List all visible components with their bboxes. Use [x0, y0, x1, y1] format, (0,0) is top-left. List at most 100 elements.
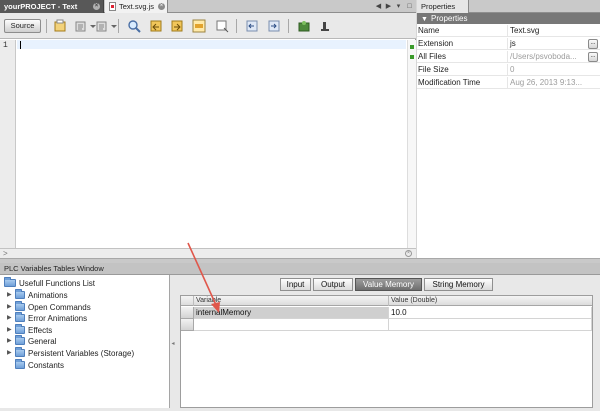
- source-button[interactable]: Source: [4, 19, 41, 33]
- editor-toolbar: Source: [0, 13, 416, 39]
- scroll-tabs-left-icon[interactable]: ◀: [374, 2, 383, 11]
- property-name: File Size: [417, 64, 508, 76]
- shift-right-icon[interactable]: [267, 19, 281, 33]
- folder-icon: [15, 359, 25, 369]
- toggle-bookmark-icon[interactable]: [215, 19, 229, 33]
- property-row-extension: Extension js ...: [417, 38, 600, 50]
- folder-icon: [15, 347, 25, 357]
- header-corner: [181, 296, 194, 306]
- row-handle[interactable]: [181, 319, 194, 331]
- toolbar-separator: [46, 19, 47, 33]
- plc-window-titlebar: PLC Variables Tables Window: [0, 263, 600, 275]
- tree-root[interactable]: Usefull Functions List: [4, 277, 96, 289]
- tab-properties[interactable]: Properties: [417, 0, 469, 13]
- maximize-icon[interactable]: □: [405, 2, 414, 11]
- tree-item-label: Effects: [28, 326, 53, 335]
- tab-input[interactable]: Input: [280, 278, 311, 291]
- property-value: /Users/psvoboda...: [510, 52, 577, 61]
- editor-pane: yourPROJECT - Text × Text.svg.js × ◀ ▶ ▾…: [0, 0, 416, 258]
- property-value[interactable]: js: [509, 38, 588, 50]
- table-header: Variable Value (Double): [181, 296, 592, 306]
- toolbar-separator: [118, 19, 119, 33]
- column-header-variable[interactable]: Variable: [194, 296, 389, 306]
- property-name: Extension: [417, 38, 508, 50]
- find-next-icon[interactable]: [170, 19, 184, 33]
- property-value[interactable]: Text.svg: [509, 25, 588, 37]
- find-previous-icon[interactable]: [149, 19, 163, 33]
- shift-left-icon[interactable]: [245, 19, 259, 33]
- close-icon[interactable]: ×: [405, 250, 412, 257]
- status-ok-mark: [410, 45, 414, 49]
- line-number-gutter: 1: [0, 40, 16, 248]
- cell-value-empty[interactable]: [389, 319, 592, 331]
- expand-icon[interactable]: ▶: [7, 290, 15, 301]
- folder-icon: [15, 335, 25, 345]
- scroll-tabs-right-icon[interactable]: ▶: [384, 2, 393, 11]
- chevron-down-icon[interactable]: [86, 19, 96, 33]
- history-icon[interactable]: [53, 19, 67, 33]
- tree-item-label: General: [28, 337, 57, 346]
- folder-icon: [15, 289, 25, 299]
- toggle-highlight-icon[interactable]: [192, 19, 206, 33]
- tree-item-label: Persistent Variables (Storage): [28, 349, 135, 358]
- edit-property-button[interactable]: ...: [588, 52, 598, 62]
- properties-tab-bar: Properties: [417, 0, 600, 13]
- collapse-icon[interactable]: >: [3, 249, 8, 258]
- text-caret: [20, 41, 21, 49]
- expand-icon[interactable]: ▶: [7, 313, 15, 324]
- tree-item-error-animations[interactable]: ▶ Error Animations: [7, 312, 88, 324]
- expand-icon[interactable]: ▶: [7, 348, 15, 359]
- expand-icon[interactable]: ▶: [7, 336, 15, 347]
- expand-icon[interactable]: ▶: [7, 325, 15, 336]
- current-line-highlight: [17, 40, 406, 49]
- tab-list-icon[interactable]: ▾: [394, 2, 403, 11]
- tree-item-persistent-variables[interactable]: ▶ Persistent Variables (Storage): [7, 347, 135, 359]
- tree-item-animations[interactable]: ▶ Animations: [7, 289, 68, 301]
- tree-item-label: Open Commands: [28, 303, 91, 312]
- cell-variable[interactable]: internalMemory: [194, 307, 389, 319]
- chevron-down-icon[interactable]: [107, 19, 117, 33]
- tab-project[interactable]: yourPROJECT - Text ×: [0, 0, 104, 13]
- folder-icon: [4, 277, 16, 287]
- tree-item-label: Error Animations: [28, 314, 88, 323]
- tree-item-general[interactable]: ▶ General: [7, 335, 57, 347]
- cell-value[interactable]: 10.0: [389, 307, 592, 319]
- expand-icon[interactable]: ▶: [7, 302, 15, 313]
- tree-item-effects[interactable]: ▶ Effects: [7, 324, 53, 336]
- close-icon[interactable]: ×: [93, 3, 100, 10]
- variables-table: Variable Value (Double) internalMemory 1…: [180, 295, 593, 408]
- row-handle[interactable]: [181, 307, 194, 319]
- properties-pane: Properties ▼ Properties Name Text.svg Ext…: [417, 0, 600, 258]
- find-icon[interactable]: [127, 19, 141, 33]
- property-value: Aug 26, 2013 9:13...: [510, 78, 583, 87]
- cell-variable-empty[interactable]: [194, 319, 389, 331]
- property-name: Name: [417, 25, 508, 37]
- macro-stop-icon[interactable]: [318, 19, 332, 33]
- close-icon[interactable]: ×: [158, 3, 165, 10]
- edit-property-button[interactable]: ...: [588, 39, 598, 49]
- tree-item-constants[interactable]: Constants: [7, 359, 64, 371]
- tree-root-label: Usefull Functions List: [19, 279, 96, 288]
- editor-tab-bar: yourPROJECT - Text × Text.svg.js × ◀ ▶ ▾…: [0, 0, 416, 13]
- toolbar-separator: [288, 19, 289, 33]
- stripe-mark: [410, 55, 414, 59]
- property-value: 0: [510, 65, 515, 74]
- tab-string-memory[interactable]: String Memory: [424, 278, 493, 291]
- horizontal-scrollbar[interactable]: > ×: [0, 248, 416, 258]
- line-number: 1: [3, 41, 8, 50]
- property-name: All Files: [417, 51, 508, 63]
- plc-window-body: Usefull Functions List ▶ Animations ▶ Open…: [0, 275, 600, 411]
- properties-section-header[interactable]: ▼ Properties: [417, 13, 600, 24]
- column-header-value[interactable]: Value (Double): [389, 296, 592, 306]
- code-editor[interactable]: 1: [0, 40, 416, 248]
- tab-text-svg-js[interactable]: Text.svg.js ×: [105, 0, 168, 13]
- tab-value-memory[interactable]: Value Memory: [355, 278, 422, 291]
- error-stripe: [407, 40, 416, 248]
- tab-file-label: Text.svg.js: [119, 2, 155, 11]
- folder-icon: [15, 312, 25, 322]
- macro-record-icon[interactable]: [297, 19, 311, 33]
- property-row-modification-time: Modification Time Aug 26, 2013 9:13...: [417, 77, 600, 89]
- tab-output[interactable]: Output: [313, 278, 353, 291]
- splitter-handle[interactable]: ◂: [170, 340, 176, 347]
- toolbar-separator: [236, 19, 237, 33]
